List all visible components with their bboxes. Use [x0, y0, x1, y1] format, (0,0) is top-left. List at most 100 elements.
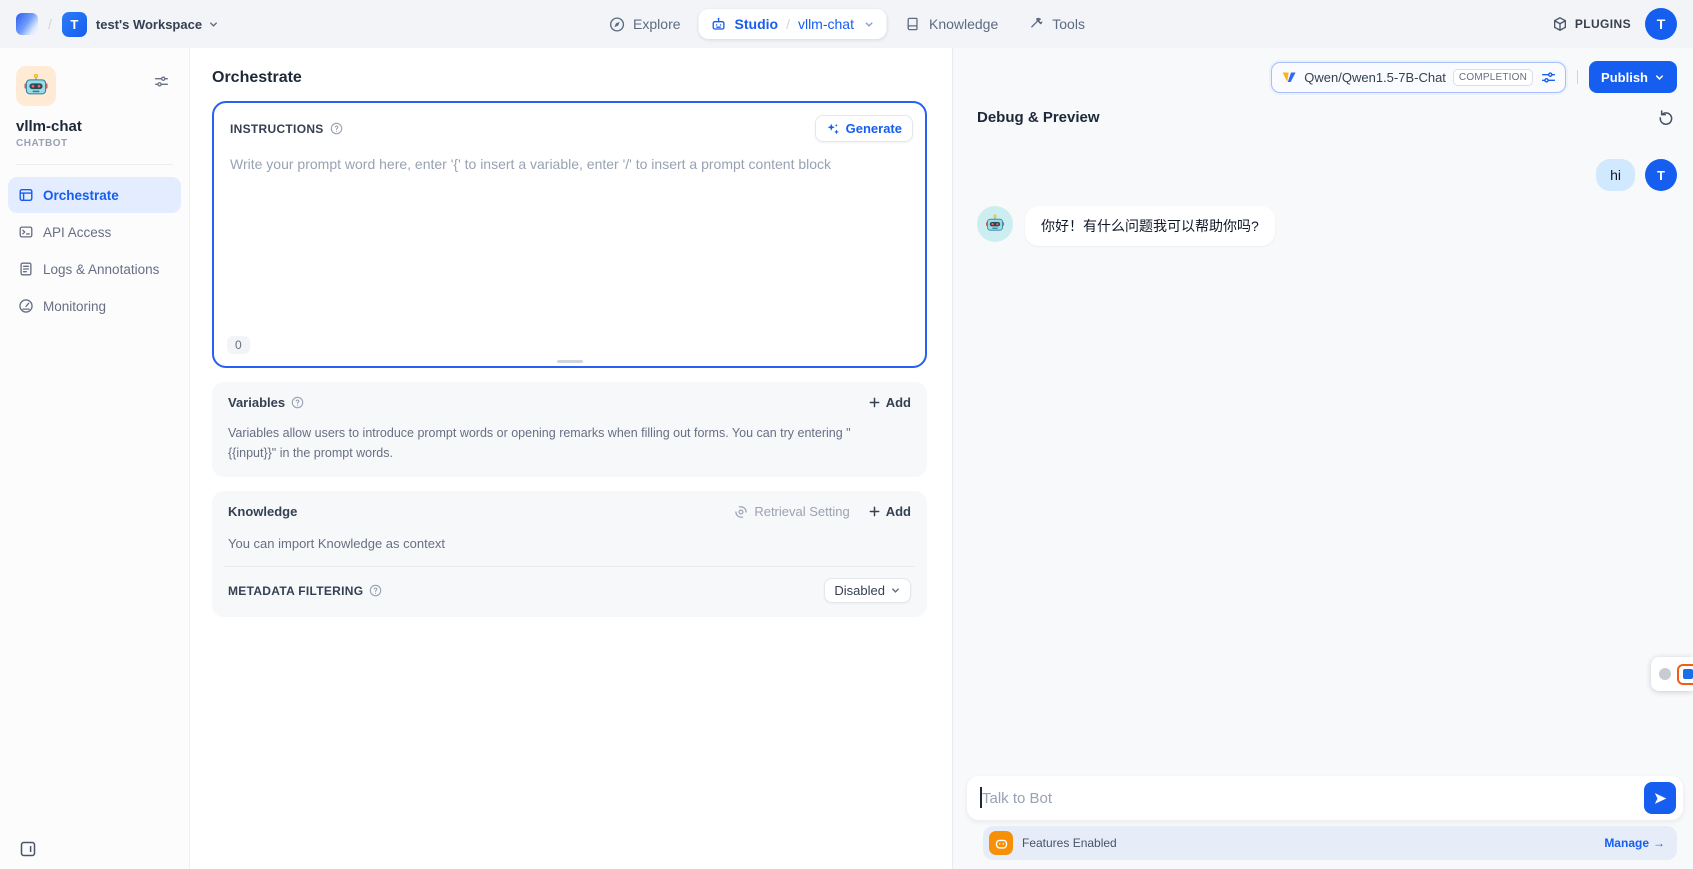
vllm-logo-icon — [1281, 69, 1297, 85]
instructions-editor[interactable]: Write your prompt word here, enter '{' t… — [214, 148, 925, 182]
chat-bottom: Features Enabled Manage → — [953, 776, 1693, 869]
publish-button[interactable]: Publish — [1589, 61, 1677, 93]
features-label: Features Enabled — [1022, 836, 1117, 850]
dify-logo[interactable] — [16, 13, 38, 35]
user-chat-avatar: T — [1645, 159, 1677, 191]
gauge-icon — [18, 298, 34, 314]
chevron-down-icon — [208, 19, 219, 30]
model-config-icon[interactable] — [1541, 70, 1556, 85]
sidebar-divider — [16, 164, 173, 165]
app-icon — [16, 66, 56, 106]
sidebar-item-api-access[interactable]: API Access — [8, 214, 181, 250]
section-divider — [224, 566, 915, 567]
chat-input-wrap — [967, 776, 1683, 820]
knowledge-description: You can import Knowledge as context — [228, 536, 911, 551]
sidebar-item-label: API Access — [43, 225, 111, 240]
metadata-filtering-row: METADATA FILTERING Disabled — [228, 578, 911, 603]
variables-description: Variables allow users to introduce promp… — [228, 423, 868, 463]
nav-explore-label: Explore — [633, 16, 680, 32]
nav-studio-divider: / — [786, 16, 790, 32]
variables-header: Variables Add — [228, 395, 911, 410]
chat-input[interactable] — [982, 790, 1631, 807]
info-icon[interactable] — [369, 584, 382, 597]
topbar: / T test's Workspace Explore Studio / vl… — [0, 0, 1693, 48]
robot-icon — [711, 16, 727, 32]
knowledge-title: Knowledge — [228, 504, 297, 519]
terminal-icon — [18, 224, 34, 240]
collapse-sidebar-icon[interactable] — [19, 840, 37, 858]
plugins-button[interactable]: PLUGINS — [1552, 16, 1631, 32]
orchestrate-panel: Orchestrate INSTRUCTIONS Generate Write … — [190, 48, 952, 869]
model-mode-badge: COMPLETION — [1453, 69, 1533, 86]
hammer-icon — [1028, 16, 1044, 32]
nav-studio-app[interactable]: vllm-chat — [798, 16, 854, 32]
workspace-name[interactable]: test's Workspace — [96, 17, 202, 32]
nav-studio[interactable]: Studio / vllm-chat — [699, 9, 887, 39]
instructions-title: INSTRUCTIONS — [230, 122, 324, 136]
manage-label: Manage — [1604, 836, 1649, 850]
sidebar-menu: Orchestrate API Access Logs & Annotation… — [8, 177, 181, 324]
retrieval-setting-icon — [734, 505, 748, 519]
plus-icon — [868, 505, 881, 518]
model-selector[interactable]: Qwen/Qwen1.5-7B-Chat COMPLETION — [1271, 62, 1566, 93]
sidebar-item-monitoring[interactable]: Monitoring — [8, 288, 181, 324]
resize-handle[interactable] — [557, 360, 583, 363]
nav-studio-label: Studio — [735, 16, 779, 32]
app-shell: vllm-chat CHATBOT Orchestrate API Access — [0, 48, 1693, 869]
workspace-switcher[interactable]: / T test's Workspace — [16, 12, 219, 37]
info-icon[interactable] — [330, 122, 343, 135]
workspace-badge[interactable]: T — [62, 12, 87, 37]
metadata-filtering-dropdown[interactable]: Disabled — [824, 578, 911, 603]
send-button[interactable] — [1644, 782, 1676, 814]
user-avatar[interactable]: T — [1645, 8, 1677, 40]
toolbar-divider — [1577, 70, 1578, 84]
user-message-bubble: hi — [1596, 159, 1635, 191]
debug-toolbar: Qwen/Qwen1.5-7B-Chat COMPLETION Publish — [953, 48, 1693, 93]
retrieval-setting-button[interactable]: Retrieval Setting — [734, 504, 849, 519]
robot-emoji-icon — [22, 72, 50, 100]
explore-icon — [608, 16, 625, 33]
plus-icon — [868, 396, 881, 409]
knowledge-section: Knowledge Retrieval Setting Add — [212, 491, 927, 617]
chevron-down-icon — [890, 585, 901, 596]
topbar-right: PLUGINS T — [1552, 8, 1677, 40]
text-caret — [980, 787, 982, 808]
restart-conversation-icon[interactable] — [1657, 108, 1675, 126]
extension-dot-icon — [1659, 668, 1671, 680]
bot-message-row: 你好！有什么问题我可以帮助你吗? — [977, 206, 1677, 246]
debug-title: Debug & Preview — [977, 109, 1100, 126]
info-icon[interactable] — [291, 396, 304, 409]
sidebar-item-orchestrate[interactable]: Orchestrate — [8, 177, 181, 213]
add-knowledge-button[interactable]: Add — [868, 504, 911, 519]
instructions-header: INSTRUCTIONS Generate — [214, 103, 925, 148]
package-icon — [1552, 16, 1568, 32]
generate-button[interactable]: Generate — [815, 115, 913, 142]
sidebar-item-logs-annotations[interactable]: Logs & Annotations — [8, 251, 181, 287]
debug-header: Debug & Preview — [953, 93, 1693, 126]
chat-area: hi T 你好！有什么问题 — [953, 126, 1693, 776]
add-variable-button[interactable]: Add — [868, 395, 911, 410]
metadata-filtering-label: METADATA FILTERING — [228, 584, 363, 598]
nav-explore[interactable]: Explore — [596, 9, 692, 40]
page-title: Orchestrate — [212, 48, 927, 101]
nav-knowledge[interactable]: Knowledge — [893, 9, 1010, 39]
app-settings-icon[interactable] — [154, 74, 169, 89]
manage-features-link[interactable]: Manage → — [1604, 836, 1665, 850]
retrieval-setting-label: Retrieval Setting — [754, 504, 849, 519]
nav-knowledge-label: Knowledge — [929, 16, 998, 32]
features-icon — [989, 831, 1013, 855]
chevron-down-icon[interactable] — [864, 19, 875, 30]
book-icon — [905, 16, 921, 32]
extension-logo-icon[interactable] — [1677, 664, 1693, 685]
instructions-panel: INSTRUCTIONS Generate Write your prompt … — [212, 101, 927, 368]
nav-tools[interactable]: Tools — [1016, 9, 1097, 39]
bot-avatar — [977, 206, 1013, 242]
window-icon — [18, 187, 34, 203]
features-bar: Features Enabled Manage → — [983, 826, 1677, 860]
app-name: vllm-chat — [16, 118, 181, 135]
document-icon — [18, 261, 34, 277]
chevron-down-icon — [1654, 72, 1665, 83]
app-sidebar: vllm-chat CHATBOT Orchestrate API Access — [0, 48, 190, 869]
sparkles-icon — [826, 122, 840, 136]
edge-extension-widget[interactable] — [1651, 657, 1693, 691]
